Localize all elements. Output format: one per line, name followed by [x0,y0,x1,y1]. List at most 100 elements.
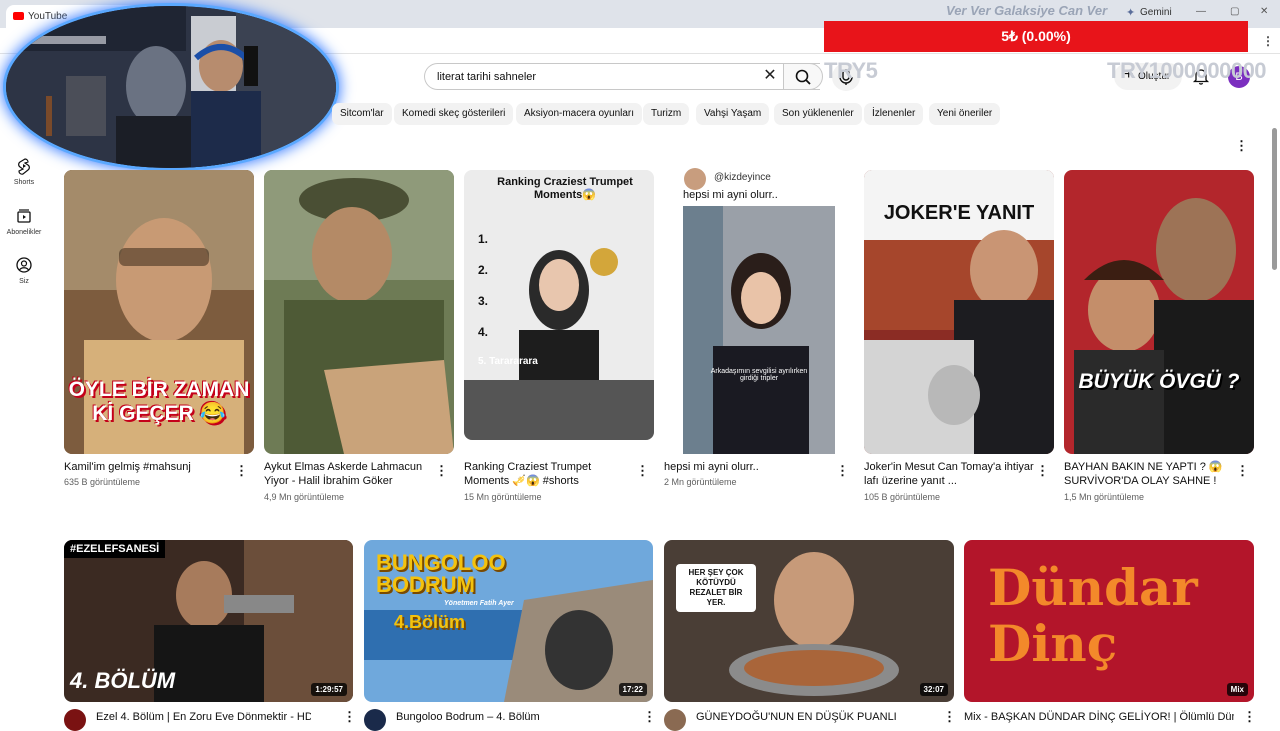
video-thumbnail-text-3: HER ŞEY ÇOK KÖTÜYDÜ REZALET BİR YER. [676,564,756,612]
short-thumbnail-text-3: Ranking Craziest Trumpet Moments😱 [497,176,633,201]
video-thumbnail-episode-2: 4.Bölüm [394,612,466,632]
short-views-5: 105 B görüntüleme [864,492,941,502]
chip-sitcoms[interactable]: Sitcom'lar [332,103,392,125]
gemini-label: Gemini [1140,7,1172,18]
short-title-2[interactable]: Aykut Elmas Askerde Lahmacun Yiyor - Hal… [264,460,429,488]
search-icon [795,69,811,85]
short-more-icon-6[interactable]: ⋮ [1236,464,1249,478]
video-title-4[interactable]: Mix - BAŞKAN DÜNDAR DİNÇ GELİYOR! | Ölüm… [964,710,1234,724]
sidebar-item-shorts[interactable]: Shorts [0,157,48,186]
short-thumbnail-subtitle-4: hepsi mi ayni olurr.. [683,189,778,201]
donation-max-label: TRY1000000000 [1107,58,1267,83]
short-channel-avatar-4 [684,168,706,190]
video-duration-2: 17:22 [618,683,647,696]
chip-watched[interactable]: İzlenenler [864,103,924,125]
short-title-1[interactable]: Kamil'im gelmiş #mahsunj [64,460,229,474]
tab-title: YouTube [28,11,68,22]
short-views-2: 4,9 Mn görüntüleme [264,492,345,502]
short-thumbnail-2[interactable] [264,170,454,454]
youtube-favicon-icon [13,12,24,20]
video-duration-4: Mix [1226,683,1248,696]
video-duration-3: 32:07 [919,683,948,696]
channel-avatar-2[interactable] [364,709,386,731]
donation-progress-bar: 5₺ (0.00%) [824,21,1248,52]
short-title-6[interactable]: BAYHAN BAKIN NE YAPTI ? 😱 SURVİVOR'DA OL… [1064,460,1234,488]
search-input[interactable]: literat tarihi sahneler [424,63,820,90]
close-window-icon[interactable]: ✕ [1260,6,1268,17]
short-thumbnail-handle-4: @kizdeyince [714,172,771,183]
short-more-icon-1[interactable]: ⋮ [235,464,248,478]
channel-avatar-3[interactable] [664,709,686,731]
page-scrollbar[interactable] [1272,128,1277,270]
video-thumbnail-text-2: BUNGOLOO BODRUM [376,550,506,597]
rank-5: 5. Tarararara [478,356,538,367]
short-views-3: 15 Mn görüntüleme [464,492,542,502]
gemini-button[interactable]: Gemini [1120,4,1180,22]
short-more-icon-3[interactable]: ⋮ [636,464,649,478]
chip-new-to-you[interactable]: Yeni öneriler [929,103,1001,125]
donation-min-label: TRY5 [824,58,878,83]
video-thumbnail-2[interactable]: BUNGOLOO BODRUM Yönetmen Fatih Ayer 4.Bö… [364,540,653,702]
short-thumbnail-text-1: ÖYLE BİR ZAMAN Kİ GEÇER 😂 [68,378,250,425]
short-thumbnail-text-6: BÜYÜK ÖVGÜ ? [1078,370,1240,393]
chip-comedy-sketches[interactable]: Komedi skeç gösterileri [394,103,514,125]
video-thumbnail-1[interactable]: #EZELEFSANESİ 4. BÖLÜM 1:29:57 [64,540,353,702]
video-title-1[interactable]: Ezel 4. Bölüm | En Zoru Eve Dönmektir - … [96,710,311,724]
chip-tourism[interactable]: Turizm [643,103,690,125]
short-more-icon-2[interactable]: ⋮ [435,464,448,478]
short-title-5[interactable]: Joker'in Mesut Can Tomay'a ihtiyar lafı … [864,460,1034,488]
short-thumbnail-6[interactable]: BÜYÜK ÖVGÜ ? [1064,170,1254,454]
short-more-icon-4[interactable]: ⋮ [836,464,849,478]
short-thumbnail-text-5: JOKER'E YANIT [883,202,1035,224]
video-more-icon-2[interactable]: ⋮ [643,710,656,724]
rank-3: 3. [478,294,489,308]
rank-1: 1. [478,232,489,246]
streamer-webcam [6,6,336,168]
short-thumbnail-3[interactable]: Ranking Craziest Trumpet Moments😱 1. 2. … [464,170,654,440]
video-title-2[interactable]: Bungoloo Bodrum – 4. Bölüm [396,710,611,724]
short-views-4: 2 Mn görüntüleme [664,477,737,487]
short-thumbnail-5[interactable]: JOKER'E YANIT [864,170,1054,454]
overlay-marquee: Ver Ver Galaksiye Can Ver [946,3,1108,18]
you-icon [16,257,32,273]
sidebar-label-subscriptions: Abonelikler [6,229,42,236]
channel-avatar-1[interactable] [64,709,86,731]
maximize-icon[interactable]: ▢ [1230,6,1239,17]
subscriptions-icon [17,209,31,223]
short-thumbnail-image-3 [464,170,654,440]
section-more-icon[interactable]: ⋮ [1235,139,1248,153]
video-thumbnail-sub-2: Yönetmen Fatih Ayer [444,600,514,607]
chip-wildlife[interactable]: Vahşi Yaşam [696,103,770,125]
short-views-6: 1,5 Mn görüntüleme [1064,492,1145,502]
sidebar-item-you[interactable]: Siz [0,256,48,285]
chip-action-adventure-games[interactable]: Aksiyon-macera oyunları [516,103,643,125]
chip-recently-uploaded[interactable]: Son yüklenenler [774,103,862,125]
short-thumbnail-4[interactable]: @kizdeyince hepsi mi ayni olurr.. Arkada… [664,160,854,454]
browser-menu-icon[interactable]: ⋮ [1262,34,1274,48]
short-thumbnail-image-6 [1064,170,1254,454]
minimize-icon[interactable]: — [1196,6,1206,17]
short-thumbnail-image-4 [683,206,835,454]
video-more-icon-4[interactable]: ⋮ [1243,710,1256,724]
video-badge-1: #EZELEFSANESİ [64,540,166,558]
search-button[interactable] [783,63,823,90]
short-views-1: 635 B görüntüleme [64,477,141,487]
short-thumbnail-caption-4: Arkadaşımın sevgilisi ayrılırken girdiği… [710,368,808,382]
sidebar-label-shorts: Shorts [13,179,35,186]
short-thumbnail-1[interactable]: ÖYLE BİR ZAMAN Kİ GEÇER 😂 [64,170,254,454]
short-more-icon-5[interactable]: ⋮ [1036,464,1049,478]
rank-4: 4. [478,325,489,339]
video-thumbnail-3[interactable]: HER ŞEY ÇOK KÖTÜYDÜ REZALET BİR YER. 32:… [664,540,954,702]
video-thumbnail-text-1: 4. BÖLÜM [70,668,176,693]
video-thumbnail-text-4: Dündar Dinç [988,558,1198,673]
clear-search-icon[interactable]: ✕ [762,66,778,86]
short-title-4[interactable]: hepsi mi ayni olurr.. [664,460,829,474]
short-title-3[interactable]: Ranking Craziest Trumpet Moments 🎺😱 #sho… [464,460,629,488]
video-thumbnail-4[interactable]: Dündar Dinç Mix [964,540,1254,702]
video-more-icon-3[interactable]: ⋮ [943,710,956,724]
video-title-3[interactable]: GÜNEYDOĞU'NUN EN DÜŞÜK PUANLI [696,710,911,724]
short-thumbnail-image-2 [264,170,454,454]
video-duration-1: 1:29:57 [311,683,347,696]
sidebar-item-subscriptions[interactable]: Abonelikler [0,207,48,236]
video-more-icon-1[interactable]: ⋮ [343,710,356,724]
